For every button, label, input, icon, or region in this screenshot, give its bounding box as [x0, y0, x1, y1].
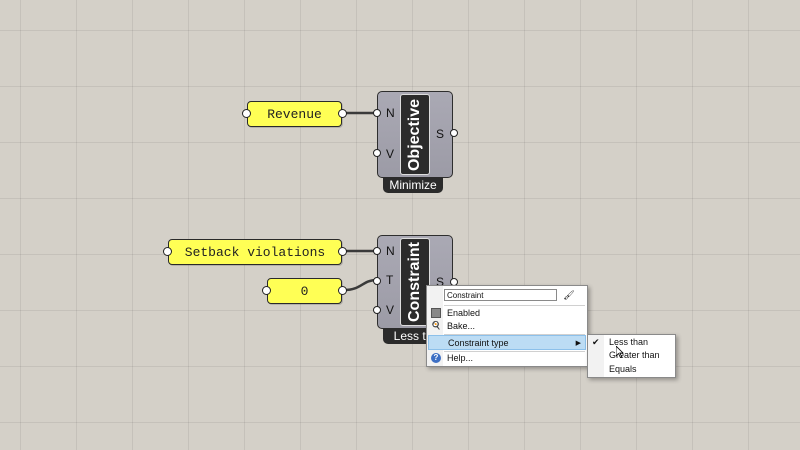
- menu-item-constraint-type[interactable]: Constraint type ▶: [428, 335, 586, 350]
- menu-item-label: Constraint type: [448, 338, 509, 348]
- input-n-label: N: [386, 106, 395, 120]
- checkmark-icon: ✔: [592, 337, 600, 347]
- panel-text: Setback violations: [184, 244, 326, 260]
- input-grip[interactable]: [373, 149, 381, 157]
- help-icon: ?: [431, 353, 441, 363]
- enabled-icon: [431, 308, 441, 318]
- mouse-cursor-icon: [616, 346, 624, 358]
- objective-mode-tag: Minimize: [383, 177, 443, 193]
- output-grip[interactable]: [450, 129, 458, 137]
- panel-text: Revenue: [267, 106, 322, 122]
- wire-layer: [343, 111, 378, 292]
- input-grip[interactable]: [373, 247, 381, 255]
- menu-item-label: Help...: [447, 353, 474, 363]
- output-s-label: S: [435, 127, 444, 141]
- objective-component[interactable]: N V Objective S: [373, 91, 458, 178]
- input-v-label: V: [386, 303, 395, 317]
- menu-item-label: Bake...: [447, 321, 476, 331]
- objective-core-label: Objective: [406, 98, 423, 171]
- panel-output-grip[interactable]: [338, 247, 347, 256]
- option-equals[interactable]: Equals: [609, 363, 637, 376]
- panel-text: 0: [300, 283, 309, 299]
- panel-revenue[interactable]: Revenue: [242, 101, 347, 127]
- input-grip[interactable]: [373, 109, 381, 117]
- panel-zero[interactable]: 0: [262, 278, 347, 304]
- objective-core: Objective: [400, 94, 430, 175]
- constraint-type-submenu: ✔ Less than Greater than Equals: [587, 334, 676, 378]
- panel-output-grip[interactable]: [338, 286, 347, 295]
- panel-input-grip[interactable]: [242, 109, 251, 118]
- panel-output-grip[interactable]: [338, 109, 347, 118]
- bake-icon: 🍳: [431, 321, 441, 330]
- component-name-field[interactable]: Constraint: [444, 289, 557, 301]
- input-t-label: T: [386, 273, 394, 287]
- context-menu: Constraint 🖌 Enabled 🍳 Bake... Constrain…: [426, 285, 588, 367]
- menu-item-help[interactable]: ? Help...: [428, 351, 586, 366]
- panel-setback-violations[interactable]: Setback violations: [163, 239, 347, 265]
- option-less-than[interactable]: Less than: [609, 336, 648, 349]
- submenu-arrow-icon: ▶: [575, 340, 581, 347]
- paint-brush-icon[interactable]: 🖌: [563, 289, 575, 301]
- input-v-label: V: [386, 147, 395, 161]
- panel-input-grip[interactable]: [163, 247, 172, 256]
- input-n-label: N: [386, 244, 395, 258]
- constraint-core-label: Constraint: [406, 242, 423, 322]
- input-grip[interactable]: [373, 277, 381, 285]
- input-grip[interactable]: [373, 306, 381, 314]
- panel-input-grip[interactable]: [262, 286, 271, 295]
- menu-item-bake[interactable]: 🍳 Bake...: [428, 319, 586, 334]
